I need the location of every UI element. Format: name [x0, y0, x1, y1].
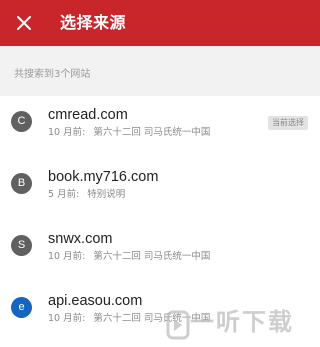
source-item-cmread[interactable]: C cmread.com 10 月前: 第六十二回 司马氏统一中国 当前选择 [0, 96, 320, 158]
source-avatar: e [11, 297, 32, 318]
source-avatar: B [11, 173, 32, 194]
page-title: 选择来源 [60, 13, 127, 32]
watermark-logo-icon [166, 310, 190, 340]
search-summary: 共搜索到3个网站 [0, 46, 320, 96]
source-avatar: C [11, 111, 32, 132]
search-count-text: 共搜索到3个网站 [14, 69, 91, 80]
current-selection-badge: 当前选择 [268, 116, 308, 130]
source-domain: snwx.com [48, 231, 113, 247]
source-update-time: 10 月前: [48, 251, 86, 262]
source-domain: cmread.com [48, 107, 128, 123]
close-icon[interactable] [17, 16, 31, 30]
close-button[interactable] [13, 12, 35, 34]
source-chapter-title: 特别说明 [87, 189, 126, 200]
app-bar: 选择来源 [0, 0, 320, 46]
source-item-my716[interactable]: B book.my716.com 5 月前: 特别说明 [0, 158, 320, 220]
source-latest-chapter: 5 月前: 特别说明 [48, 189, 125, 201]
source-chapter-title: 第六十二回 司马氏统一中国 [93, 127, 211, 138]
source-update-time: 5 月前: [48, 189, 80, 200]
source-avatar: S [11, 235, 32, 256]
source-domain: book.my716.com [48, 169, 159, 185]
source-domain: api.easou.com [48, 293, 143, 309]
source-latest-chapter: 10 月前: 第六十二回 司马氏统一中国 [48, 127, 210, 139]
watermark: 一听下载 [160, 300, 320, 347]
source-update-time: 10 月前: [48, 127, 86, 138]
watermark-text: 一听下载 [190, 308, 294, 336]
source-item-snwx[interactable]: S snwx.com 10 月前: 第六十二回 司马氏统一中国 [0, 220, 320, 282]
source-latest-chapter: 10 月前: 第六十二回 司马氏统一中国 [48, 251, 210, 263]
source-update-time: 10 月前: [48, 313, 86, 324]
source-chapter-title: 第六十二回 司马氏统一中国 [93, 251, 211, 262]
